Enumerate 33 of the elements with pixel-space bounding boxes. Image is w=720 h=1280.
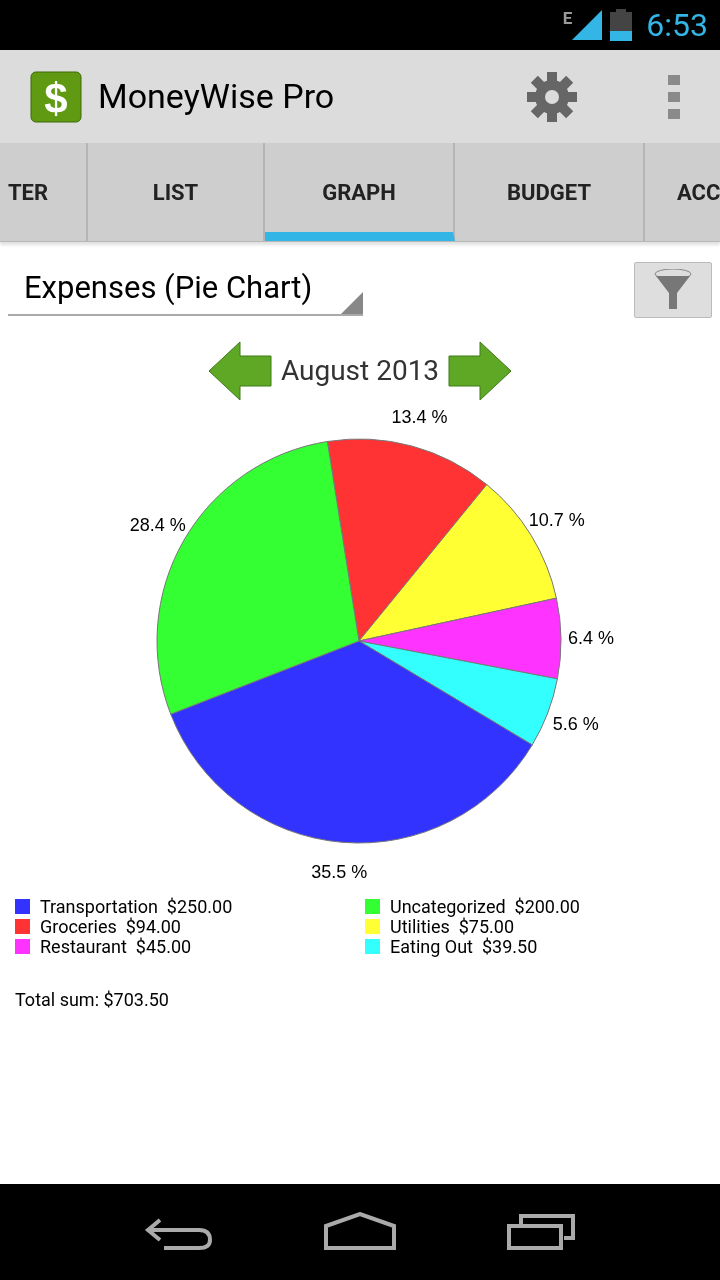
recent-apps-icon[interactable] [506,1212,576,1252]
tab[interactable]: TER [0,143,88,241]
filter-button[interactable] [634,262,712,318]
legend-label: Uncategorized $200.00 [390,894,580,918]
total-sum: Total sum: $703.50 [14,988,170,1012]
settings-icon[interactable] [526,70,578,123]
legend-label: Transportation $250.00 [40,894,233,918]
overflow-menu-icon[interactable] [668,74,680,119]
slice-percent-label: 6.4 % [567,628,614,649]
slice-percent-label: 10.7 % [528,509,585,530]
network-type: E [562,7,573,31]
battery-icon [610,9,633,41]
tab[interactable]: GRAPH [265,143,455,241]
tab[interactable]: ACC [645,143,720,241]
period-label: August 2013 [280,353,440,389]
legend-label: Eating Out $39.50 [390,935,538,959]
clock: 6:53 [646,5,708,46]
home-icon[interactable] [322,1212,398,1252]
signal-icon [572,10,603,40]
slice-percent-label: 13.4 % [391,407,448,428]
dropdown-corner-icon[interactable] [341,292,363,314]
slice-percent-label: 5.6 % [552,713,599,734]
logo-symbol: $ [44,74,68,122]
app-title: MoneyWise Pro [98,75,336,118]
legend-label: Restaurant $45.00 [40,935,192,959]
tab[interactable]: BUDGET [455,143,645,241]
slice-percent-label: 28.4 % [129,515,186,536]
tab[interactable]: LIST [88,143,265,241]
slice-percent-label: 35.5 % [311,862,368,883]
previous-arrow-icon[interactable] [206,338,273,404]
next-arrow-icon[interactable] [447,338,514,404]
report-dropdown[interactable]: Expenses (Pie Chart) [8,262,363,316]
funnel-icon [654,269,692,311]
